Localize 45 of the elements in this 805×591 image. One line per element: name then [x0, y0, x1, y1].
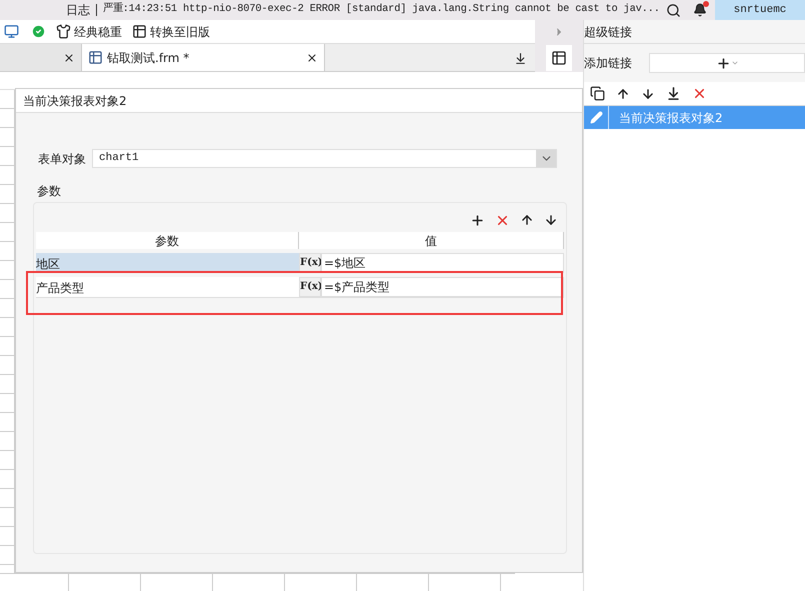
- link-label: 当前决策报表对象2: [618, 110, 723, 126]
- close-icon[interactable]: [306, 52, 318, 64]
- dialog-title: 当前决策报表对象2: [16, 89, 582, 113]
- document-tab[interactable]: 钻取测试.frm *: [82, 44, 325, 71]
- column-header: 值: [299, 232, 564, 249]
- move-up-icon[interactable]: [520, 213, 534, 227]
- move-down-icon[interactable]: [641, 86, 655, 100]
- params-legend: 参数: [37, 182, 582, 200]
- param-value-cell[interactable]: =$产品类型: [321, 277, 564, 297]
- param-name-cell[interactable]: 产品类型: [36, 277, 299, 297]
- toolbar-button[interactable]: 经典稳重: [56, 22, 122, 40]
- move-bottom-icon[interactable]: [666, 86, 681, 101]
- bell-icon[interactable]: [692, 3, 707, 17]
- add-icon[interactable]: [470, 213, 485, 228]
- caret-icon: [730, 59, 738, 67]
- move-up-icon[interactable]: [616, 86, 630, 100]
- log-label: 日志: [66, 2, 90, 19]
- delete-icon[interactable]: [495, 213, 510, 228]
- formula-button[interactable]: F(x): [299, 253, 321, 273]
- shirt-icon: [56, 24, 71, 39]
- form-object-label: 表单对象: [38, 150, 86, 168]
- formula-button[interactable]: F(x): [299, 277, 321, 297]
- form-icon: [88, 50, 103, 65]
- plus-icon: [716, 56, 730, 70]
- check-icon[interactable]: [31, 24, 46, 39]
- delete-icon[interactable]: [692, 86, 707, 101]
- param-name-cell[interactable]: 地区: [36, 253, 299, 273]
- param-value-cell[interactable]: =$地区: [321, 253, 564, 273]
- column-header: 参数: [36, 232, 299, 249]
- preview-icon[interactable]: [4, 24, 19, 39]
- user-name[interactable]: snrtuemc: [715, 0, 805, 20]
- tab-menu-icon[interactable]: [514, 52, 527, 65]
- move-down-icon[interactable]: [544, 213, 558, 227]
- tab-label: 钻取测试.frm *: [107, 50, 190, 66]
- layout-icon[interactable]: [551, 50, 567, 66]
- form-object-select[interactable]: chart1: [92, 149, 557, 168]
- pencil-icon: [590, 111, 602, 124]
- panel-title: 超级链接: [584, 24, 632, 40]
- add-link-label: 添加链接: [584, 55, 632, 72]
- close-icon[interactable]: [63, 52, 75, 64]
- copy-icon[interactable]: [590, 86, 605, 101]
- table-icon: [132, 24, 147, 39]
- search-icon[interactable]: [666, 2, 681, 18]
- log-message: 严重:14:23:51 http-nio-8070-exec-2 ERROR [standard] java.lang.String cannot be cast to jav...: [103, 2, 660, 18]
- toolbar-button[interactable]: 转换至旧版: [132, 22, 210, 40]
